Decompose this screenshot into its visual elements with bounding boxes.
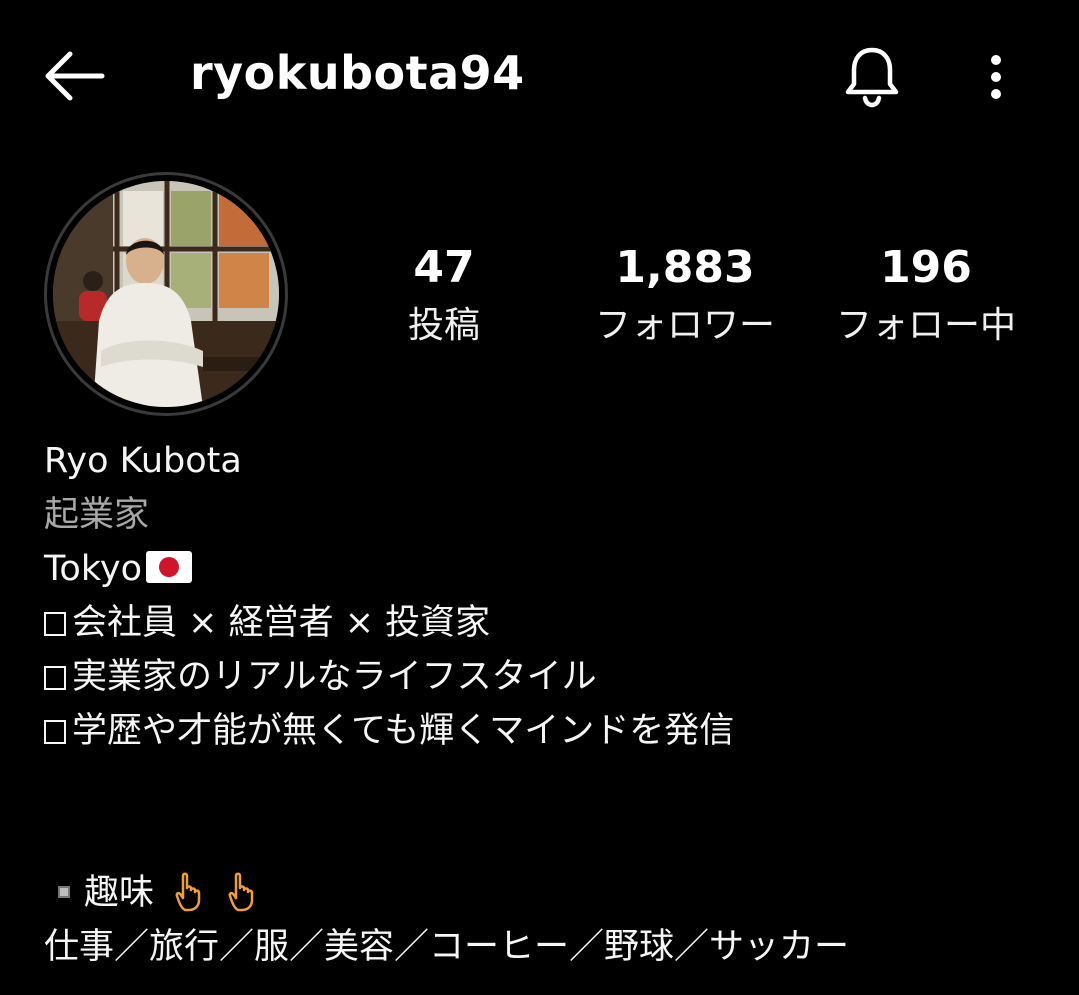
bio-line-3-text: 学歴や才能が無くても輝くマインドを発信 <box>72 711 735 751</box>
bio-line-2-text: 実業家のリアルなライフスタイル <box>72 657 597 697</box>
bio-hobby-line: 趣味 <box>44 866 1044 920</box>
square-bullet-icon <box>44 666 66 690</box>
profile-category: 起業家 <box>44 495 150 535</box>
bio-line-2: 実業家のリアルなライフスタイル <box>44 650 1044 704</box>
bio-line-1-text: 会社員 × 経営者 × 投資家 <box>72 603 491 643</box>
posts-count-label: 投稿 <box>407 305 480 346</box>
followers-count[interactable]: 1,883 フォロワー <box>580 238 790 354</box>
back-button[interactable] <box>40 48 106 104</box>
square-bullet-icon <box>44 720 66 744</box>
following-count-label: フォロー中 <box>835 305 1016 346</box>
bio-location-text: Tokyo <box>44 549 142 589</box>
more-vertical-icon <box>991 55 1001 99</box>
bell-icon <box>845 47 899 108</box>
followers-count-label: フォロワー <box>594 305 775 346</box>
back-arrow-icon <box>45 51 105 101</box>
square-bullet-icon <box>44 612 66 636</box>
pointing-down-hand-icon <box>228 872 254 912</box>
followers-count-value: 1,883 <box>615 242 755 293</box>
pointing-down-hand-icon <box>175 872 201 912</box>
following-count-value: 196 <box>880 242 972 293</box>
profile-avatar-ring[interactable] <box>44 172 288 416</box>
top-app-bar: ryokubota94 <box>0 0 1079 150</box>
bio-location-line: Tokyo <box>44 542 1044 596</box>
profile-username: ryokubota94 <box>190 46 525 100</box>
display-name: Ryo Kubota <box>44 441 242 481</box>
bio-hobbies-list: 仕事／旅行／服／美容／コーヒー／野球／サッカー <box>44 927 850 967</box>
profile-bio: Ryo Kubota 起業家 Tokyo 会社員 × 経営者 × 投資家 実業家… <box>44 434 1044 974</box>
avatar <box>53 181 279 407</box>
bio-spacer <box>44 758 1044 866</box>
posts-count[interactable]: 47 投稿 <box>374 238 514 354</box>
posts-count-value: 47 <box>413 242 475 293</box>
bio-hobby-label: 趣味 <box>84 873 155 913</box>
more-options-button[interactable] <box>976 50 1016 106</box>
small-square-bullet-icon <box>58 886 70 898</box>
profile-photo <box>53 181 279 407</box>
following-count[interactable]: 196 フォロー中 <box>822 238 1030 354</box>
bio-line-1: 会社員 × 経営者 × 投資家 <box>44 596 1044 650</box>
bio-line-3: 学歴や才能が無くても輝くマインドを発信 <box>44 704 1044 758</box>
japan-flag-icon <box>146 551 192 583</box>
notifications-button[interactable] <box>838 42 906 110</box>
